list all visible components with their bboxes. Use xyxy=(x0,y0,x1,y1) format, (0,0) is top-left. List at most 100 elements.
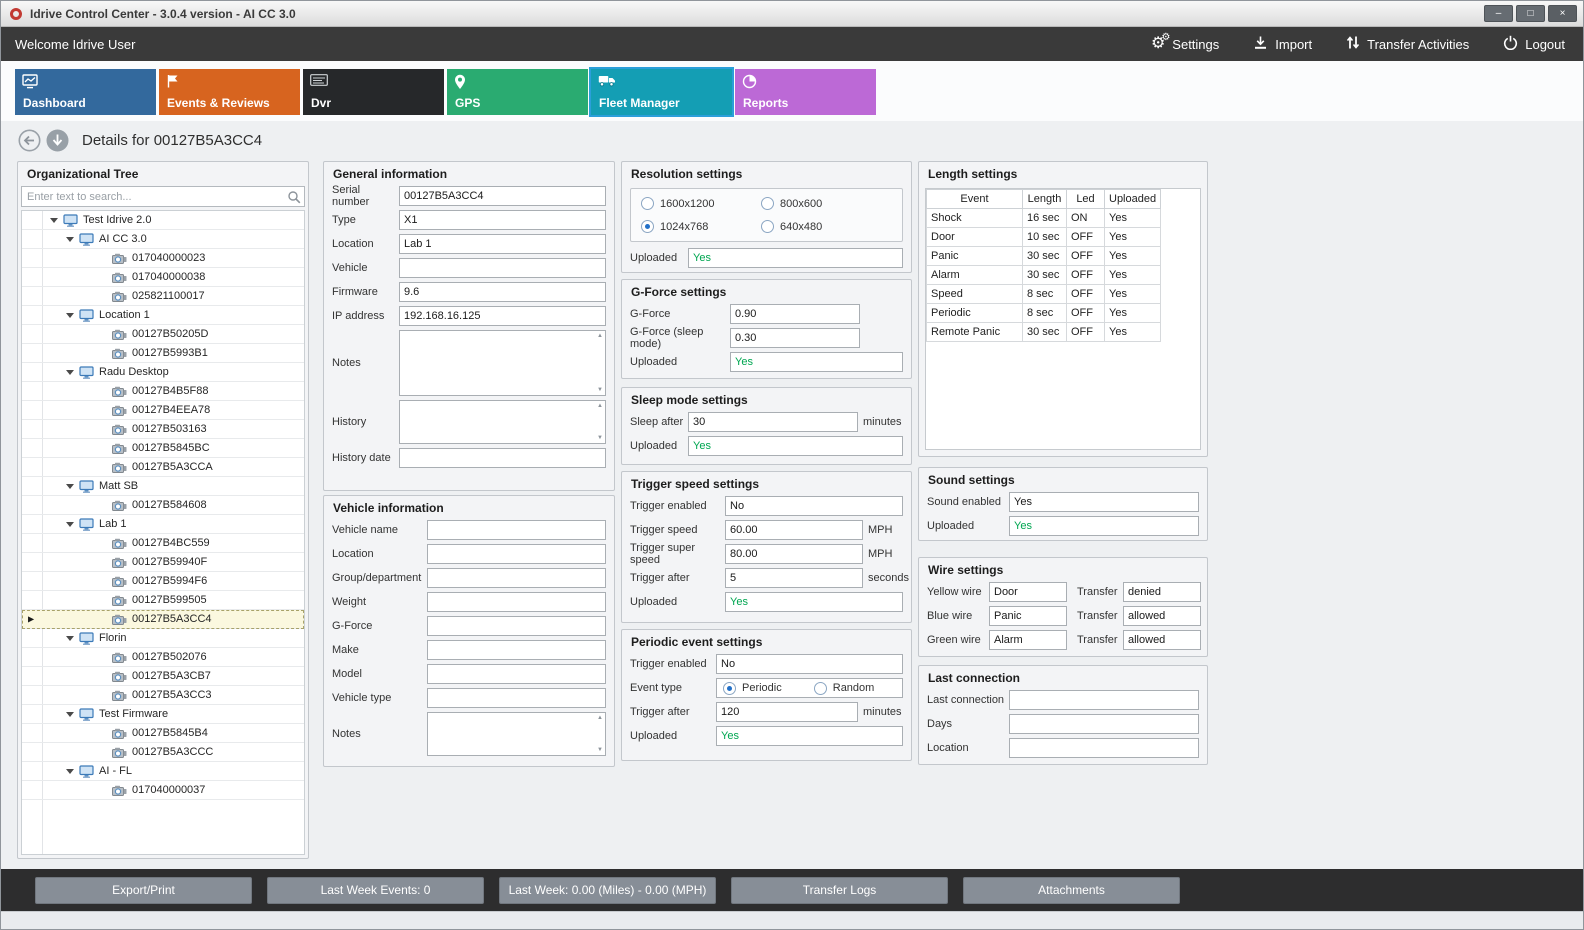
green-wire-input[interactable] xyxy=(989,630,1067,650)
tree-device-00127b4b5f88[interactable]: 00127B4B5F88 xyxy=(22,382,304,401)
sleep-after-input[interactable] xyxy=(688,412,858,432)
blue-wire-transfer-input[interactable] xyxy=(1123,606,1201,626)
collapse-arrow-icon[interactable] xyxy=(66,484,74,489)
trigger-uploaded-value[interactable] xyxy=(725,592,903,612)
sleep-uploaded-value[interactable] xyxy=(688,436,903,456)
tree-device-00127b4bc559[interactable]: 00127B4BC559 xyxy=(22,534,304,553)
sound-uploaded-value[interactable] xyxy=(1009,516,1199,536)
length-row-door[interactable]: Door10 secOFFYes xyxy=(927,228,1161,247)
days-input[interactable] xyxy=(1009,714,1199,734)
model-input[interactable] xyxy=(427,664,606,684)
length-row-shock[interactable]: Shock16 secONYes xyxy=(927,209,1161,228)
tree-device-025821100017[interactable]: 025821100017 xyxy=(22,287,304,306)
gforce-uploaded-value[interactable] xyxy=(730,352,903,372)
tree-device-017040000023[interactable]: 017040000023 xyxy=(22,249,304,268)
blue-wire-input[interactable] xyxy=(989,606,1067,626)
collapse-arrow-icon[interactable] xyxy=(66,237,74,242)
trigger-after-input[interactable] xyxy=(725,568,863,588)
tree-device-00127b5994f6[interactable]: 00127B5994F6 xyxy=(22,572,304,591)
last-week-events-button[interactable]: Last Week Events: 0 xyxy=(267,877,484,904)
scroll-up-icon[interactable]: ▲ xyxy=(597,715,603,721)
firmware-input[interactable] xyxy=(399,282,606,302)
settings-button[interactable]: ⚙⚙ Settings xyxy=(1151,36,1219,52)
vehicle-type-input[interactable] xyxy=(427,688,606,708)
import-button[interactable]: Import xyxy=(1253,35,1312,53)
periodic-uploaded-value[interactable] xyxy=(716,726,903,746)
length-row-panic[interactable]: Panic30 secOFFYes xyxy=(927,247,1161,266)
scroll-down-icon[interactable]: ▼ xyxy=(597,747,603,753)
tab-gps[interactable]: GPS xyxy=(447,69,588,115)
tab-dvr[interactable]: Dvr xyxy=(303,69,444,115)
history-input[interactable] xyxy=(399,400,606,444)
collapse-arrow-icon[interactable] xyxy=(66,313,74,318)
tree-group-ai-cc-3-0[interactable]: AI CC 3.0 xyxy=(22,230,304,249)
scroll-down-icon[interactable]: ▼ xyxy=(597,387,603,393)
periodic-after-input[interactable] xyxy=(716,702,858,722)
lc-location-input[interactable] xyxy=(1009,738,1199,758)
tree-device-017040000038[interactable]: 017040000038 xyxy=(22,268,304,287)
transfer-activities-button[interactable]: Transfer Activities xyxy=(1346,35,1469,53)
vehicle-name-input[interactable] xyxy=(427,520,606,540)
tree-device-00127b599505[interactable]: 00127B599505 xyxy=(22,591,304,610)
collapse-arrow-icon[interactable] xyxy=(66,636,74,641)
tree-device-00127b5a3ccc[interactable]: 00127B5A3CCC xyxy=(22,743,304,762)
vehicle-location-input[interactable] xyxy=(427,544,606,564)
event-type-option-periodic[interactable]: Periodic xyxy=(723,682,782,695)
scroll-up-icon[interactable]: ▲ xyxy=(597,403,603,409)
vehicle-notes-input[interactable] xyxy=(427,712,606,756)
sound-enabled-input[interactable] xyxy=(1009,492,1199,512)
expand-down-button[interactable] xyxy=(46,129,69,152)
tree-device-00127b5993b1[interactable]: 00127B5993B1 xyxy=(22,344,304,363)
history-date-input[interactable] xyxy=(399,448,606,468)
resolution-uploaded-value[interactable] xyxy=(688,248,903,268)
back-button[interactable] xyxy=(18,129,41,152)
location-input[interactable] xyxy=(399,234,606,254)
transfer-logs-button[interactable]: Transfer Logs xyxy=(731,877,948,904)
trigger-enabled-input[interactable] xyxy=(725,496,903,516)
tree-device-00127b502076[interactable]: 00127B502076 xyxy=(22,648,304,667)
serial-number-input[interactable] xyxy=(399,186,606,206)
resolution-option-800x600[interactable]: 800x600 xyxy=(761,197,892,210)
yellow-wire-input[interactable] xyxy=(989,582,1067,602)
ip-address-input[interactable] xyxy=(399,306,606,326)
tree-device-00127b584608[interactable]: 00127B584608 xyxy=(22,496,304,515)
collapse-arrow-icon[interactable] xyxy=(50,218,58,223)
notes-input[interactable] xyxy=(399,330,606,396)
maximize-button[interactable]: □ xyxy=(1516,5,1545,22)
close-button[interactable]: × xyxy=(1548,5,1577,22)
green-wire-transfer-input[interactable] xyxy=(1123,630,1201,650)
resolution-option-1024x768[interactable]: 1024x768 xyxy=(641,220,761,233)
logout-button[interactable]: Logout xyxy=(1503,35,1565,53)
tab-fleet[interactable]: Fleet Manager xyxy=(591,69,732,115)
collapse-arrow-icon[interactable] xyxy=(66,712,74,717)
tree-group-matt-sb[interactable]: Matt SB xyxy=(22,477,304,496)
scroll-down-icon[interactable]: ▼ xyxy=(597,435,603,441)
gforce-input[interactable] xyxy=(730,304,860,324)
resolution-option-640x480[interactable]: 640x480 xyxy=(761,220,892,233)
make-input[interactable] xyxy=(427,640,606,660)
tree-group-test-idrive-2-0[interactable]: Test Idrive 2.0 xyxy=(22,211,304,230)
last-connection-input[interactable] xyxy=(1009,690,1199,710)
periodic-enabled-input[interactable] xyxy=(716,654,903,674)
length-row-alarm[interactable]: Alarm30 secOFFYes xyxy=(927,266,1161,285)
resolution-option-1600x1200[interactable]: 1600x1200 xyxy=(641,197,761,210)
tree-device-017040000037[interactable]: 017040000037 xyxy=(22,781,304,800)
length-row-periodic[interactable]: Periodic8 secOFFYes xyxy=(927,304,1161,323)
collapse-arrow-icon[interactable] xyxy=(66,370,74,375)
event-type-option-random[interactable]: Random xyxy=(814,682,875,695)
length-row-speed[interactable]: Speed8 secOFFYes xyxy=(927,285,1161,304)
tree-group-ai-fl[interactable]: AI - FL xyxy=(22,762,304,781)
minimize-button[interactable]: – xyxy=(1484,5,1513,22)
tree-device-00127b50205d[interactable]: 00127B50205D xyxy=(22,325,304,344)
last-week-stats-button[interactable]: Last Week: 0.00 (Miles) - 0.00 (MPH) xyxy=(499,877,716,904)
tree-device-00127b5a3cca[interactable]: 00127B5A3CCA xyxy=(22,458,304,477)
trigger-super-speed-input[interactable] xyxy=(725,544,863,564)
group-department-input[interactable] xyxy=(427,568,606,588)
tree-group-florin[interactable]: Florin xyxy=(22,629,304,648)
tree-group-test-firmware[interactable]: Test Firmware xyxy=(22,705,304,724)
collapse-arrow-icon[interactable] xyxy=(66,522,74,527)
tab-reports[interactable]: Reports xyxy=(735,69,876,115)
collapse-arrow-icon[interactable] xyxy=(66,769,74,774)
tree-device-00127b59940f[interactable]: 00127B59940F xyxy=(22,553,304,572)
tree-device-00127b5845b4[interactable]: 00127B5845B4 xyxy=(22,724,304,743)
